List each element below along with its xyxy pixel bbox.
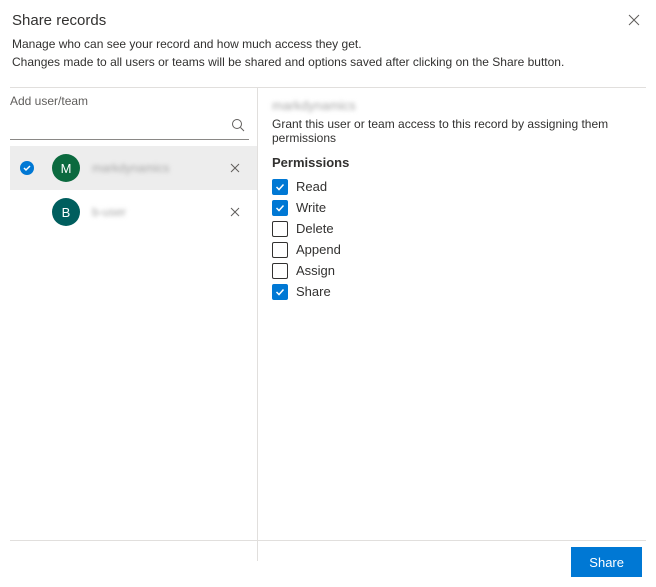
avatar: B [52,198,80,226]
footer-divider [10,540,646,541]
permission-assign[interactable]: Assign [272,260,642,281]
dialog-header: Share records Manage who can see your re… [0,0,656,79]
permission-label: Assign [296,263,335,278]
permission-label: Write [296,200,326,215]
search-box [10,112,257,140]
checkbox[interactable] [272,179,288,195]
selected-check-icon [20,161,34,175]
user-name-label: markdynamics [92,161,223,175]
checkbox[interactable] [272,200,288,216]
permission-label: Read [296,179,327,194]
left-pane: Add user/team M markdynamics B b- [10,88,258,561]
permissions-heading: Permissions [272,155,642,170]
dialog-footer: Share [571,547,642,577]
dialog-subtitle-1: Manage who can see your record and how m… [12,35,640,53]
content-area: Add user/team M markdynamics B b- [0,88,656,561]
remove-user-button[interactable] [223,200,247,224]
remove-user-button[interactable] [223,156,247,180]
close-icon [628,14,640,26]
permission-read[interactable]: Read [272,176,642,197]
dialog-title: Share records [12,12,640,29]
permission-delete[interactable]: Delete [272,218,642,239]
right-pane: markdynamics Grant this user or team acc… [258,88,656,561]
checkmark-icon [275,287,285,297]
user-row[interactable]: M markdynamics [10,146,257,190]
selected-user-name: markdynamics [272,98,642,113]
checkbox[interactable] [272,242,288,258]
checkbox[interactable] [272,221,288,237]
user-list: M markdynamics B b-user [10,146,257,234]
dialog-subtitle-2: Changes made to all users or teams will … [12,53,640,71]
user-row[interactable]: B b-user [10,190,257,234]
checkmark-icon [275,182,285,192]
checkbox[interactable] [272,263,288,279]
add-user-label: Add user/team [10,88,257,112]
permission-label: Delete [296,221,334,236]
checkbox[interactable] [272,284,288,300]
search-icon[interactable] [231,118,245,135]
share-button[interactable]: Share [571,547,642,577]
permission-write[interactable]: Write [272,197,642,218]
grant-text: Grant this user or team access to this r… [272,117,642,145]
permission-label: Append [296,242,341,257]
permission-append[interactable]: Append [272,239,642,260]
permission-label: Share [296,284,331,299]
permission-share[interactable]: Share [272,281,642,302]
close-button[interactable] [626,12,642,28]
close-icon [230,163,240,173]
close-icon [230,207,240,217]
avatar: M [52,154,80,182]
user-name-label: b-user [92,205,223,219]
checkmark-icon [275,203,285,213]
search-input[interactable] [10,112,249,140]
